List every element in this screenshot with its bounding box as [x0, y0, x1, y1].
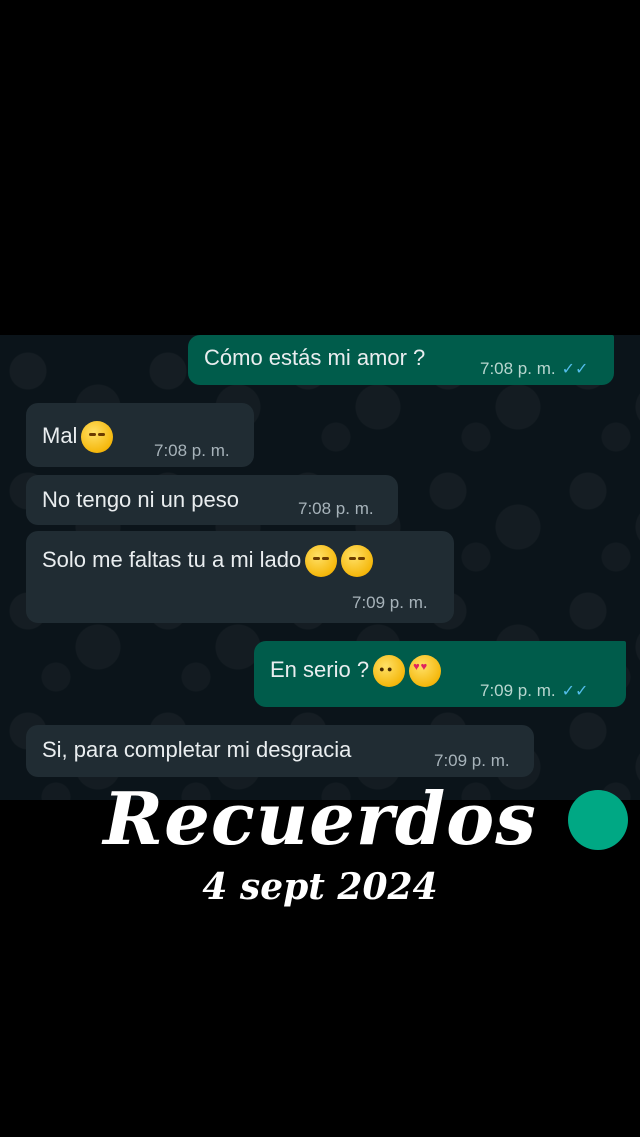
persevering-face-icon	[341, 545, 374, 577]
message-time: 7:09 p. m.	[352, 593, 428, 612]
pensive-face-icon	[305, 545, 338, 577]
message-text: Mal	[42, 421, 114, 453]
message-text: En serio ?	[270, 655, 442, 687]
message-bubble-incoming[interactable]: No tengo ni un peso 7:08 p. m.	[26, 475, 398, 525]
message-time: 7:09 p. m. ✓✓	[480, 681, 589, 700]
pensive-face-icon	[81, 421, 114, 453]
message-time: 7:08 p. m.	[298, 499, 374, 518]
message-bubble-outgoing[interactable]: Cómo estás mi amor ? 7:08 p. m. ✓✓	[188, 335, 614, 385]
message-text: Si, para completar mi desgracia	[42, 737, 352, 762]
message-time: 7:08 p. m.	[154, 441, 230, 460]
message-text: Cómo estás mi amor ?	[204, 345, 426, 370]
message-text: No tengo ni un peso	[42, 487, 239, 512]
message-time: 7:08 p. m. ✓✓	[480, 359, 589, 378]
read-receipt-icon: ✓✓	[561, 361, 589, 378]
pleading-face-icon	[373, 655, 406, 687]
message-bubble-incoming[interactable]: Mal 7:08 p. m.	[26, 403, 254, 467]
read-receipt-icon: ✓✓	[561, 683, 589, 700]
overlay-title: Recuerdos	[103, 776, 537, 861]
message-bubble-incoming[interactable]: Si, para completar mi desgracia 7:09 p. …	[26, 725, 534, 777]
overlay-date: 4 sept 2024	[202, 866, 438, 908]
message-time: 7:09 p. m.	[434, 751, 510, 770]
message-bubble-outgoing[interactable]: En serio ? 7:09 p. m.✓✓	[254, 641, 626, 707]
heart-eyes-face-icon	[409, 655, 442, 687]
chat-screenshot: Cómo estás mi amor ? 7:08 p. m. ✓✓ Mal 7:…	[0, 335, 640, 800]
message-bubble-incoming[interactable]: Solo me faltas tu a mi lado 7:09 p. m.	[26, 531, 454, 623]
message-text: Solo me faltas tu a mi lado	[42, 545, 374, 577]
